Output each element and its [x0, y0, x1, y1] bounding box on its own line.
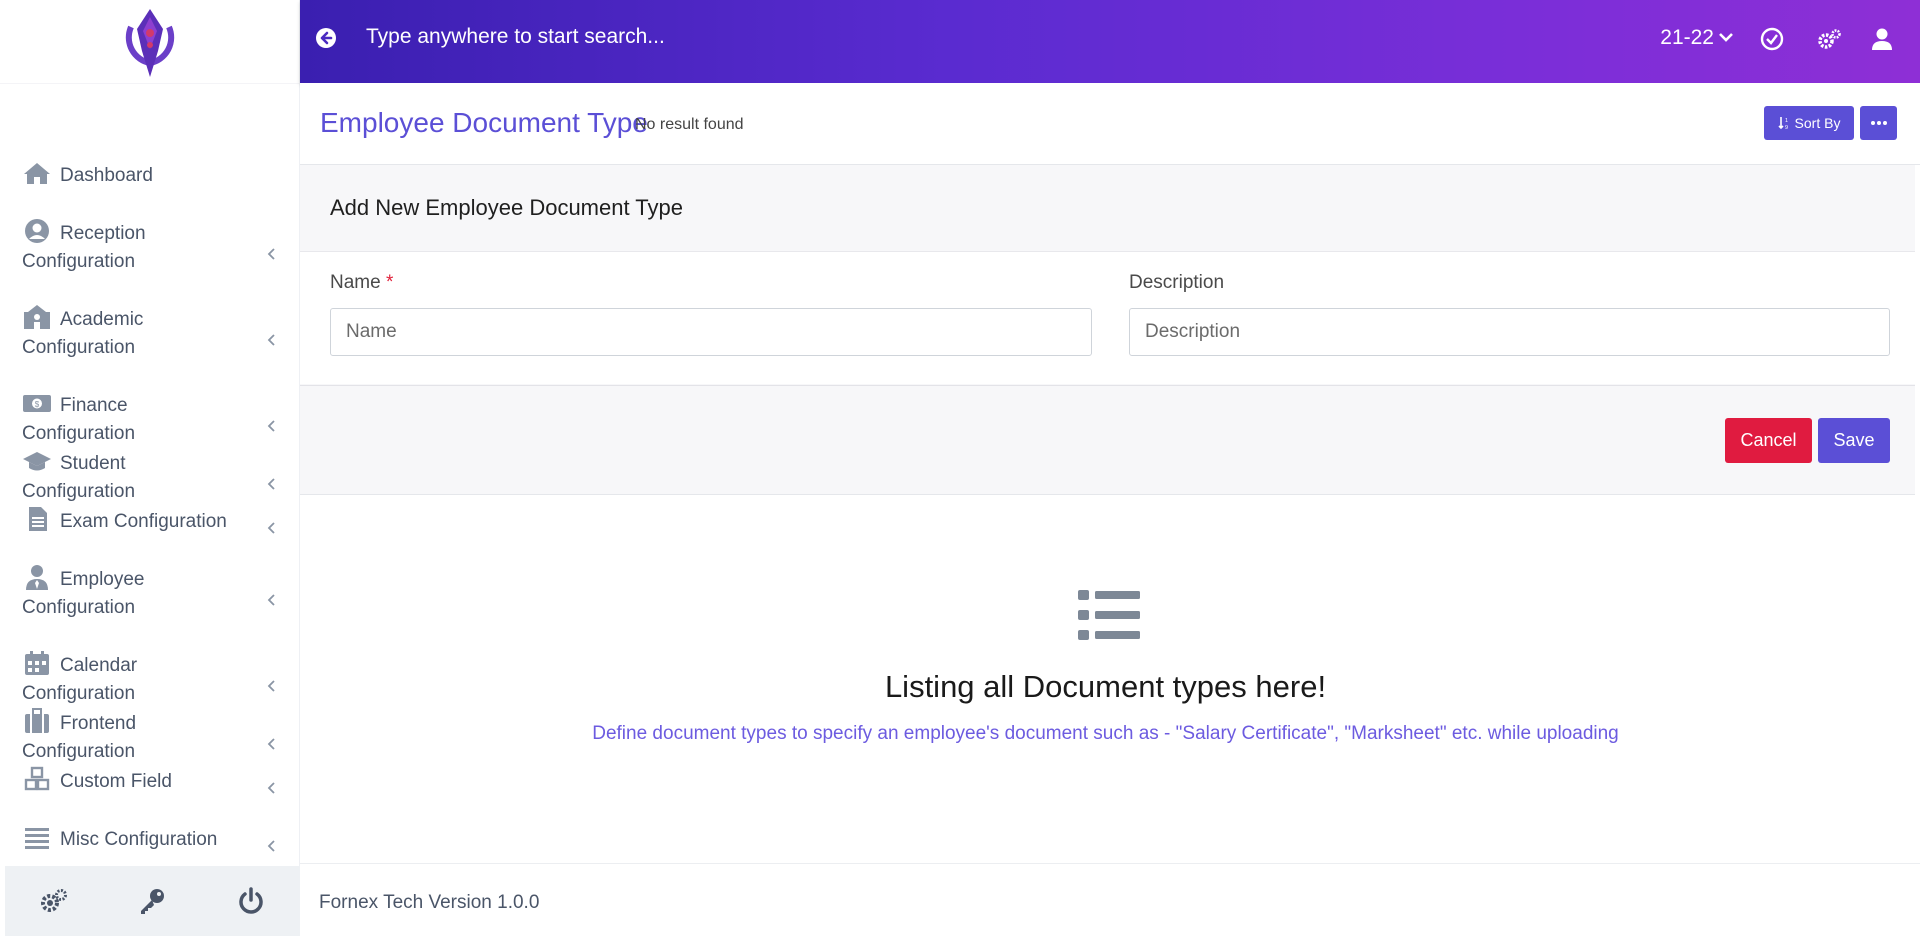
name-label-text: Name: [330, 272, 381, 293]
sort-by-label: Sort By: [1794, 115, 1841, 131]
sidebar: Dashboard Reception Configuration Academ…: [0, 0, 300, 936]
sidebar-item-misc[interactable]: Misc Configuration: [0, 824, 300, 854]
list-icon: [22, 824, 52, 850]
home-icon: [22, 160, 52, 186]
gears-icon[interactable]: [39, 886, 69, 916]
add-document-type-form: Add New Employee Document Type Name * De…: [300, 165, 1915, 495]
sidebar-item-dashboard[interactable]: Dashboard: [0, 160, 300, 190]
sidebar-footer: [5, 866, 300, 936]
form-title: Add New Employee Document Type: [330, 195, 683, 220]
chevron-left-icon: [266, 241, 278, 260]
graduation-cap-icon: [22, 448, 52, 474]
sidebar-item-custom-field[interactable]: Custom Field: [0, 766, 300, 796]
version-footer: Fornex Tech Version 1.0.0: [319, 892, 540, 913]
user-circle-icon: [22, 218, 52, 244]
svg-text:1: 1: [1785, 118, 1788, 124]
cancel-button[interactable]: Cancel: [1725, 418, 1812, 463]
empty-state: Listing all Document types here! Define …: [300, 496, 1920, 864]
chevron-down-icon: [1719, 33, 1733, 42]
file-text-icon: [22, 506, 52, 532]
session-label: 21-22: [1660, 26, 1714, 49]
sidebar-item-label: Dashboard: [60, 165, 153, 186]
school-icon: [22, 304, 52, 330]
chevron-left-icon: [266, 775, 278, 794]
empty-state-title: Listing all Document types here!: [884, 669, 1327, 704]
power-icon[interactable]: [236, 886, 266, 916]
chevron-left-icon: [266, 587, 278, 606]
suitcase-icon: [22, 708, 52, 734]
more-options-button[interactable]: [1860, 106, 1897, 140]
sidebar-item-academic[interactable]: Academic Configuration: [0, 304, 300, 362]
sidebar-item-exam[interactable]: Exam Configuration: [0, 506, 300, 536]
ellipsis-icon: [1870, 121, 1887, 125]
sort-by-button[interactable]: 19 Sort By: [1764, 106, 1854, 140]
list-icon: [1078, 588, 1140, 642]
save-button[interactable]: Save: [1818, 418, 1890, 463]
chevron-left-icon: [266, 327, 278, 346]
name-label: Name *: [330, 272, 393, 294]
sidebar-item-calendar[interactable]: Calendar Configuration: [0, 650, 300, 708]
empty-state-description: Define document types to specify an empl…: [592, 723, 1619, 744]
key-icon[interactable]: [137, 886, 167, 916]
search-input[interactable]: Type anywhere to start search...: [366, 25, 665, 49]
sort-icon: 19: [1777, 117, 1788, 130]
brand-logo-icon: [125, 8, 174, 77]
page-title: Employee Document Type: [320, 107, 648, 138]
svg-text:$: $: [35, 400, 40, 409]
topbar: Type anywhere to start search... 21-22: [300, 0, 1920, 83]
sidebar-item-reception[interactable]: Reception Configuration: [0, 218, 300, 276]
session-selector[interactable]: 21-22: [1660, 26, 1734, 50]
description-input[interactable]: [1129, 308, 1890, 356]
calendar-icon: [22, 650, 52, 676]
result-count-text: No result found: [635, 116, 744, 133]
required-marker: *: [385, 272, 394, 293]
chevron-left-icon: [266, 673, 278, 692]
sidebar-item-employee[interactable]: Employee Configuration: [0, 564, 300, 622]
sidebar-item-label: Misc Configuration: [60, 829, 218, 850]
page-header: Employee Document Type No result found 1…: [300, 83, 1920, 165]
user-tie-icon: [22, 564, 52, 590]
sidebar-item-student[interactable]: Student Configuration: [0, 448, 300, 506]
sidebar-item-finance[interactable]: $ Finance Configuration: [0, 390, 300, 448]
user-icon[interactable]: [1870, 27, 1894, 51]
arrow-left-circle-icon[interactable]: [314, 26, 338, 50]
description-label: Description: [1129, 272, 1225, 293]
chevron-left-icon: [266, 413, 278, 432]
sidebar-item-label: Exam Configuration: [60, 511, 227, 532]
chevron-left-icon: [266, 833, 278, 852]
chevron-left-icon: [266, 515, 278, 534]
chevron-left-icon: [266, 731, 278, 750]
sidebar-item-label: Custom Field: [60, 771, 172, 792]
svg-text:9: 9: [1785, 125, 1788, 130]
gears-icon[interactable]: [1816, 27, 1841, 51]
name-input[interactable]: [330, 308, 1092, 356]
sidebar-item-frontend[interactable]: Frontend Configuration: [0, 708, 300, 766]
check-circle-icon[interactable]: [1760, 27, 1784, 51]
money-icon: $: [22, 390, 52, 416]
chevron-left-icon: [266, 471, 278, 490]
divider: [300, 385, 1915, 386]
logo[interactable]: [0, 0, 299, 84]
cubes-icon: [22, 766, 52, 792]
